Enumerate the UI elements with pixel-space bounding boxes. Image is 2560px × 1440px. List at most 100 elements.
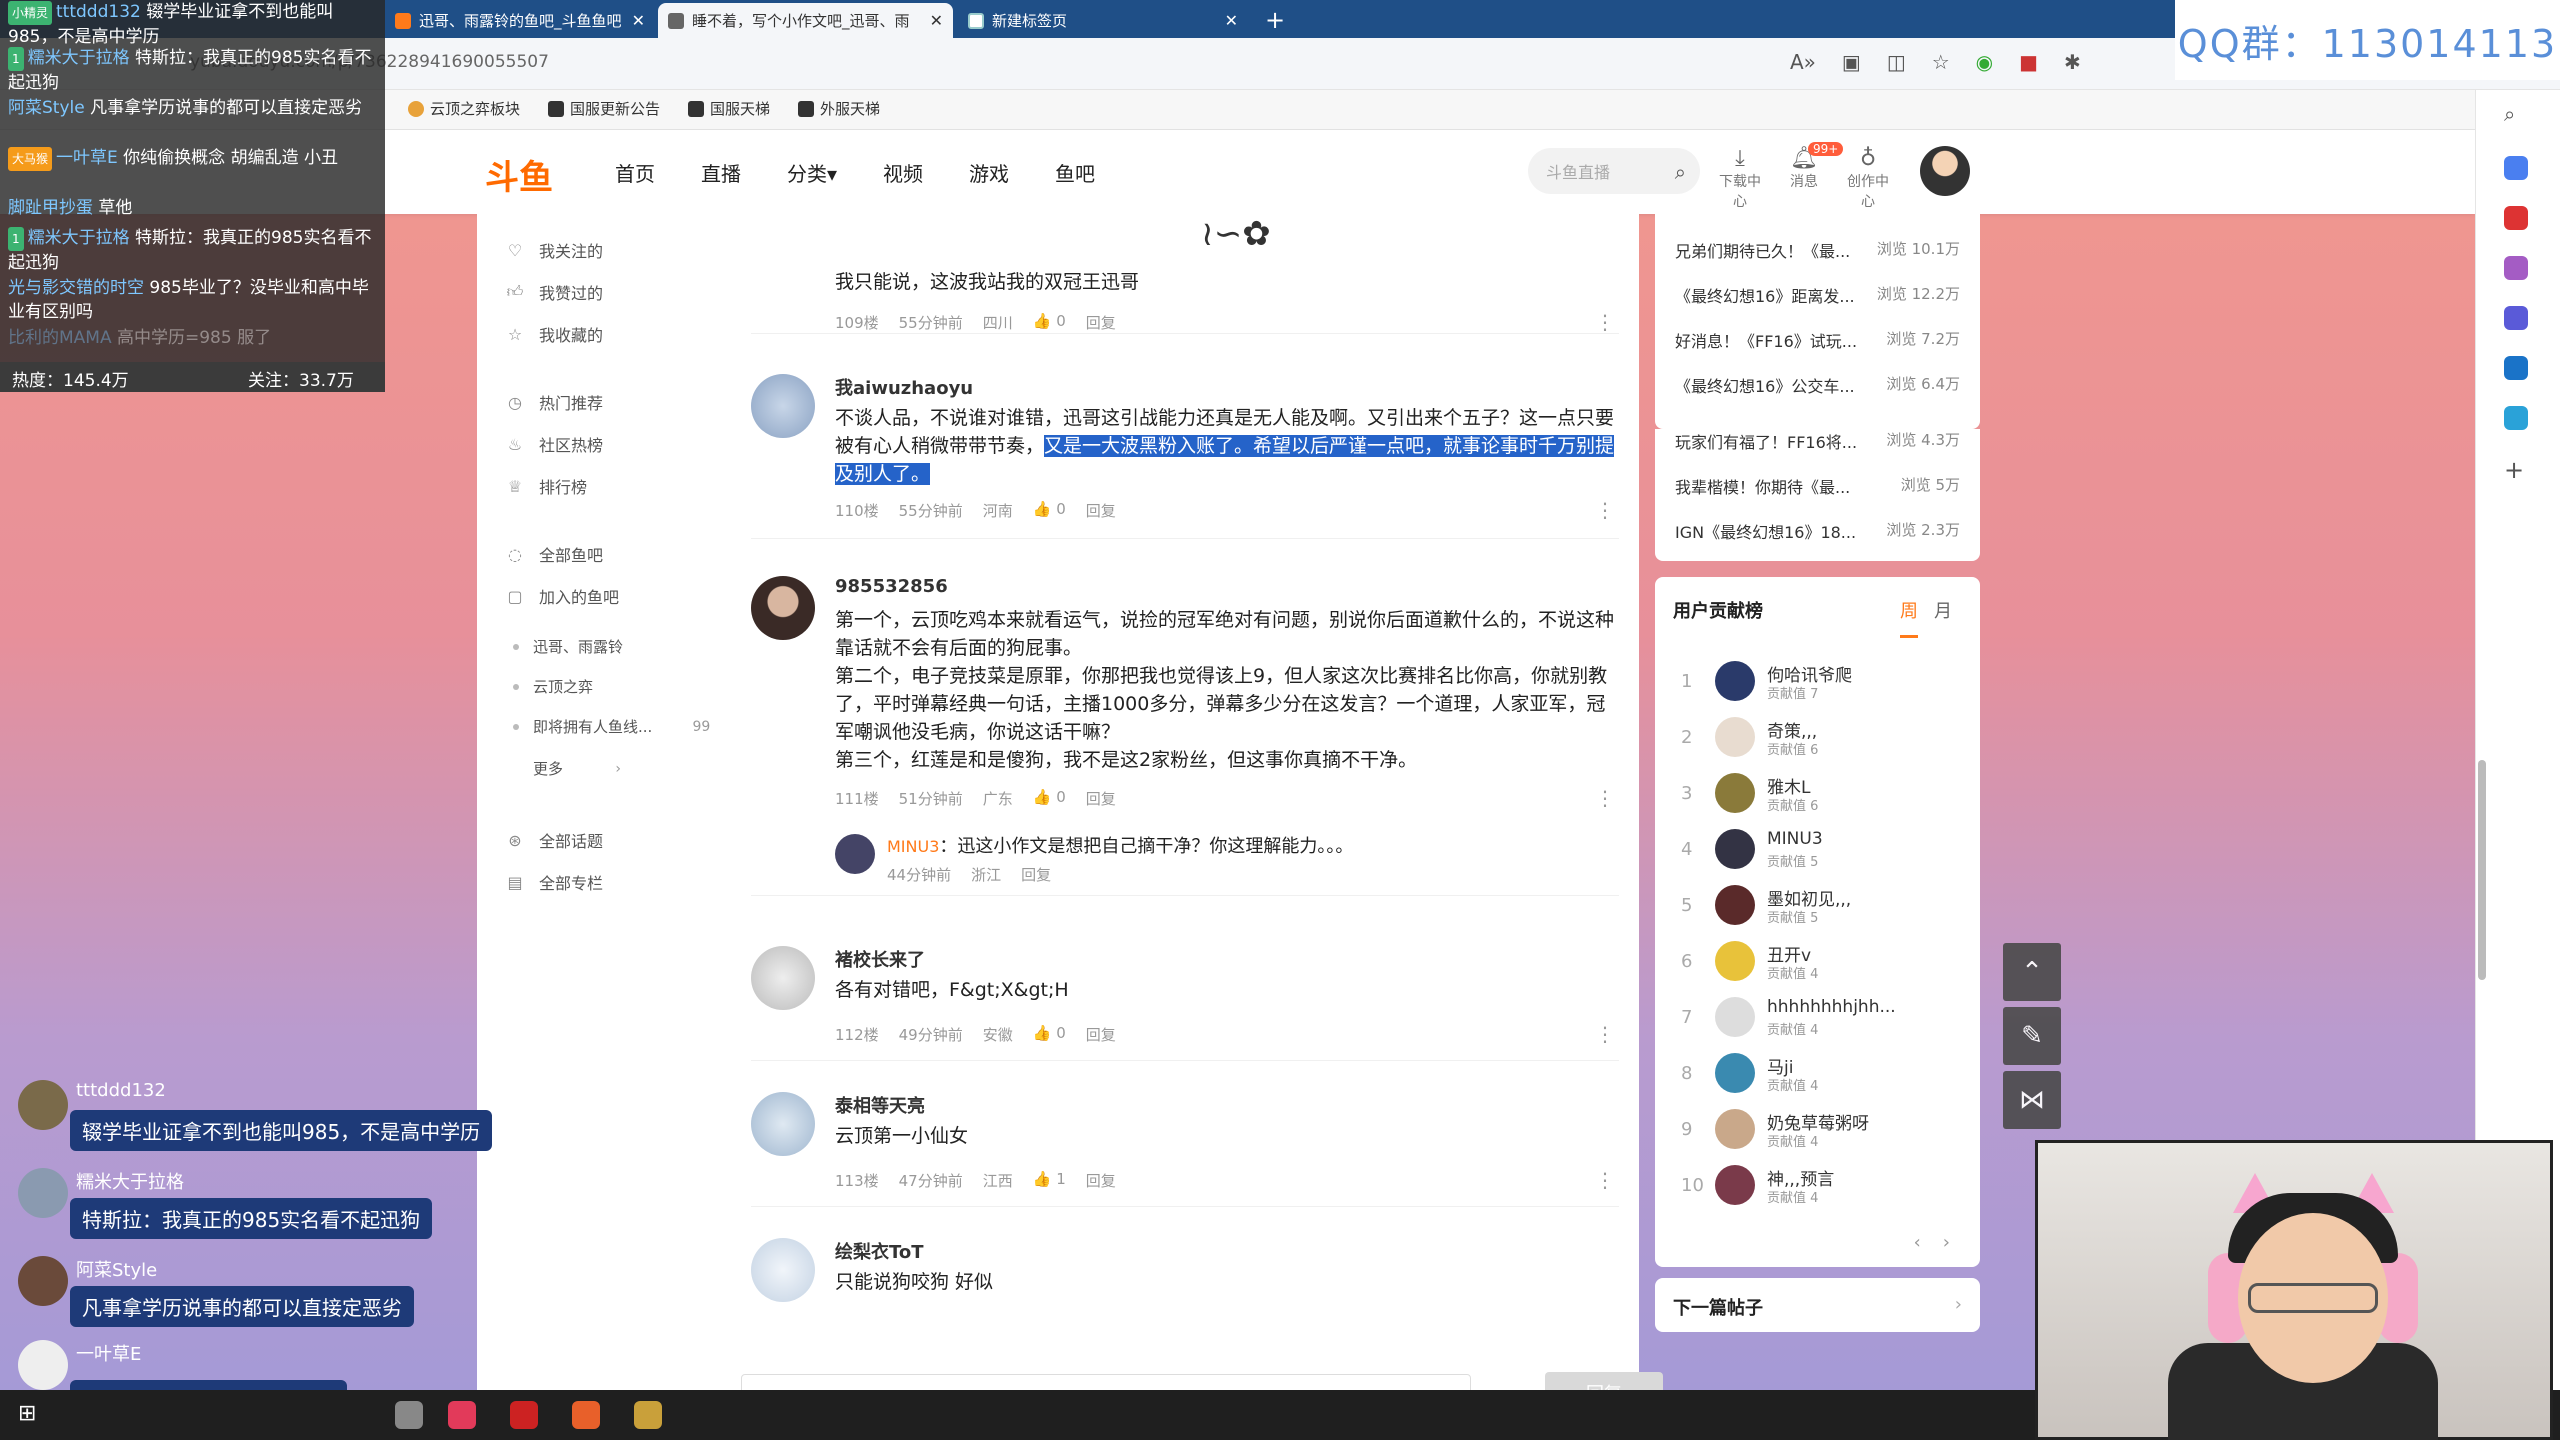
new-tab-button[interactable]: + [1265, 6, 1285, 34]
taskbar-app-icon[interactable] [448, 1401, 476, 1429]
ranking-row[interactable]: 9 奶兔草莓粥呀 贡献值 4 [1681, 1109, 1961, 1150]
like-button[interactable]: 👍 1 [1033, 1170, 1066, 1191]
ranking-row[interactable]: 3 雅木L 贡献值 6 [1681, 773, 1961, 814]
user-avatar[interactable] [1715, 941, 1755, 981]
extension-icon[interactable]: ■ [2019, 50, 2038, 74]
user-avatar[interactable] [1715, 717, 1755, 757]
extension-icon[interactable]: ◉ [1976, 50, 1993, 74]
nav-category[interactable]: 分类▾ [787, 158, 837, 187]
nav-yuba[interactable]: 鱼吧 [1055, 158, 1095, 187]
hot-post-item[interactable]: IGN《最终幻想16》18... 浏览 2.3万 [1675, 519, 1960, 543]
user-avatar[interactable] [1715, 1053, 1755, 1093]
hot-post-item[interactable]: 我辈楷模！你期待《最... 浏览 5万 [1675, 474, 1960, 498]
read-aloud-icon[interactable]: A» [1790, 50, 1816, 74]
ranking-row[interactable]: 6 丑开v 贡献值 4 [1681, 941, 1961, 982]
bookmark-item[interactable]: 云顶之弈板块 [408, 98, 520, 119]
user-avatar[interactable] [751, 1238, 815, 1302]
edit-button[interactable]: ✎ [2003, 1007, 2061, 1065]
close-tab-icon[interactable]: ✕ [1225, 11, 1238, 30]
taskbar-app-icon[interactable] [634, 1401, 662, 1429]
user-avatar[interactable] [751, 1092, 815, 1156]
close-tab-icon[interactable]: ✕ [632, 11, 645, 30]
sidebar-item-rank[interactable]: ♕ 排行榜 [505, 474, 587, 498]
sidebar-item-topics[interactable]: ⊛ 全部话题 [505, 828, 603, 852]
chevron-right-icon[interactable]: › [1943, 1232, 1950, 1253]
nav-game[interactable]: 游戏 [969, 158, 1009, 187]
more-options-icon[interactable]: ⋮ [1595, 310, 1615, 334]
tab-month[interactable]: 月 [1934, 597, 1952, 638]
outlook-icon[interactable] [2504, 356, 2528, 380]
download-center[interactable]: ⤓ 下载中心 [1718, 146, 1762, 211]
sidebar-app-icon[interactable] [2504, 256, 2528, 280]
reply-link[interactable]: 回复 [1086, 1024, 1116, 1045]
reply-link[interactable]: 回复 [1086, 312, 1116, 333]
more-options-icon[interactable]: ⋮ [1595, 1168, 1615, 1192]
reply-input[interactable] [741, 1374, 1471, 1390]
sidebar-item-columns[interactable]: ▤ 全部专栏 [505, 870, 603, 894]
reply-link[interactable]: 回复 [1021, 864, 1051, 885]
reply-link[interactable]: 回复 [1086, 1170, 1116, 1191]
bookmark-item[interactable]: 外服天梯 [798, 98, 880, 119]
user-avatar[interactable] [1715, 1109, 1755, 1149]
sidebar-item-following[interactable]: ♡ 我关注的 [505, 238, 603, 262]
hot-post-item[interactable]: 兄弟们期待已久！《最... 浏览 10.1万 [1675, 238, 1960, 262]
sidebar-item-all-yuba[interactable]: ◌ 全部鱼吧 [505, 542, 603, 566]
taskbar-app-icon[interactable] [510, 1401, 538, 1429]
next-post-link[interactable]: 下一篇帖子 › [1655, 1278, 1980, 1332]
user-avatar[interactable] [1715, 997, 1755, 1037]
nav-live[interactable]: 直播 [701, 158, 741, 187]
user-avatar[interactable] [751, 576, 815, 640]
ranking-row[interactable]: 5 墨如初见,,, 贡献值 5 [1681, 885, 1961, 926]
like-button[interactable]: 👍 0 [1033, 788, 1066, 809]
reply-avatar[interactable] [835, 834, 875, 874]
back-to-top-button[interactable]: ⌃ [2003, 943, 2061, 1001]
messages[interactable]: 🔔︎ 99+ 消息 [1782, 142, 1844, 211]
nav-home[interactable]: 首页 [615, 158, 655, 187]
chevron-left-icon[interactable]: ‹ [1914, 1232, 1921, 1253]
sidebar-app-icon[interactable] [2504, 406, 2528, 430]
split-screen-icon[interactable]: ◫ [1887, 50, 1906, 74]
like-button[interactable]: 👍 0 [1033, 1024, 1066, 1045]
ranking-row[interactable]: 7 hhhhhhhhjhh... 贡献值 4 [1681, 997, 1961, 1038]
sidebar-item-community-hot[interactable]: ♨ 社区热榜 [505, 432, 603, 456]
bookmark-item[interactable]: 国服天梯 [688, 98, 770, 119]
like-button[interactable]: 👍 0 [1033, 312, 1066, 333]
share-button[interactable]: ⋈ [2003, 1071, 2061, 1129]
hot-post-item[interactable]: 玩家们有福了！FF16将... 浏览 4.3万 [1675, 429, 1960, 453]
search-input[interactable]: 斗鱼直播 ⌕ [1528, 148, 1700, 194]
taskbar-app-icon[interactable] [572, 1401, 600, 1429]
ranking-row[interactable]: 4 MINU3 贡献值 5 [1681, 829, 1961, 870]
extensions-puzzle-icon[interactable]: ✱ [2064, 50, 2081, 74]
ranking-row[interactable]: 10 神,,,预言 贡献值 4 [1681, 1165, 1961, 1206]
browser-tab[interactable]: 新建标签页 ✕ [958, 3, 1248, 38]
search-icon[interactable]: ⌕ [2504, 102, 2528, 126]
page-scrollbar[interactable] [2478, 760, 2486, 980]
search-icon[interactable]: ⌕ [1675, 160, 1686, 184]
user-avatar[interactable] [751, 374, 815, 438]
sidebar-app-icon[interactable] [2504, 206, 2528, 230]
favorite-star-icon[interactable]: ☆ [1932, 50, 1950, 74]
sidebar-item-liked[interactable]: 👍︎ 我赞过的 [505, 280, 603, 304]
browser-tab-active[interactable]: 睡不着，写个小作文吧_迅哥、雨 ✕ [658, 3, 953, 38]
like-button[interactable]: 👍 0 [1033, 500, 1066, 521]
more-options-icon[interactable]: ⋮ [1595, 786, 1615, 810]
user-avatar[interactable] [1920, 146, 1970, 196]
sidebar-sub-item[interactable]: 即将拥有人鱼线... 99 [513, 716, 710, 737]
hot-post-item[interactable]: 好消息！《FF16》试玩... 浏览 7.2万 [1675, 328, 1960, 352]
tab-week[interactable]: 周 [1900, 597, 1918, 638]
sidebar-app-icon[interactable] [2504, 306, 2528, 330]
user-avatar[interactable] [1715, 661, 1755, 701]
sidebar-item-hot[interactable]: ◷ 热门推荐 [505, 390, 603, 414]
ranking-row[interactable]: 8 马ji 贡献值 4 [1681, 1053, 1961, 1094]
more-options-icon[interactable]: ⋮ [1595, 1022, 1615, 1046]
immersive-reader-icon[interactable]: ▣ [1842, 50, 1861, 74]
browser-tab[interactable]: 迅哥、雨露铃的鱼吧_斗鱼鱼吧 ✕ [385, 3, 655, 38]
bookmark-item[interactable]: 国服更新公告 [548, 98, 660, 119]
user-avatar[interactable] [751, 946, 815, 1010]
more-options-icon[interactable]: ⋮ [1595, 498, 1615, 522]
sidebar-more[interactable]: 更多 › [513, 758, 621, 779]
ranking-row[interactable]: 1 佝哈讯爷爬 贡献值 7 [1681, 661, 1961, 702]
sidebar-sub-item[interactable]: 迅哥、雨露铃 [513, 636, 623, 657]
sidebar-app-icon[interactable] [2504, 156, 2528, 180]
user-avatar[interactable] [1715, 829, 1755, 869]
